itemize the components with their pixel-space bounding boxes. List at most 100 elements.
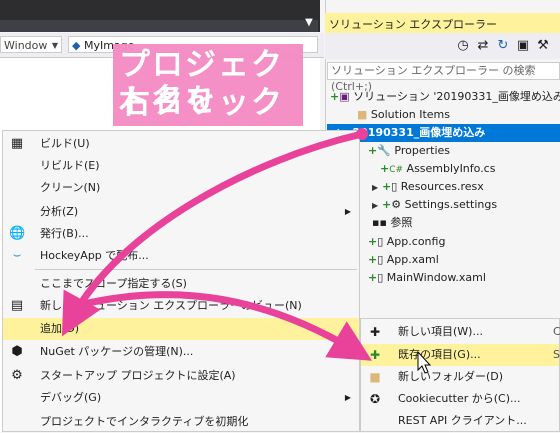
add-icon: + <box>382 180 392 193</box>
tree-label: 20190331_画像埋め込み <box>352 126 486 139</box>
tree-label: MainWindow.xaml <box>386 271 486 284</box>
expand-arrow-icon[interactable]: ▶ <box>372 179 382 197</box>
wrench-icon: 🔧 <box>377 144 391 157</box>
menu-item-nuget[interactable]: ⬢ NuGet パッケージの管理(N)... <box>3 341 359 363</box>
context-menu: ▦ ビルド(U) リビルド(E) クリーン(N) 分析(Z) ▶ 🌐 発行(B)… <box>2 130 360 432</box>
folder-icon: ■ <box>357 108 368 121</box>
references-icon: ▪▪ <box>372 216 387 229</box>
window-combo-value: Window <box>4 39 48 52</box>
menu-label: 分析(Z) <box>40 205 79 218</box>
config-file-icon: ▯ <box>377 235 384 248</box>
submenu-item-rest-api[interactable]: REST API クライアント... <box>361 410 559 432</box>
collapse-icon[interactable]: ▣ <box>515 38 531 54</box>
menu-label: HockeyApp で配布... <box>40 249 149 262</box>
tree-item-mainwindow[interactable]: +▯ MainWindow.xaml <box>368 269 486 287</box>
menu-label: クリーン(N) <box>40 181 101 194</box>
menu-item-rebuild[interactable]: リビルド(E) <box>3 155 359 177</box>
tree-label: AssemblyInfo.cs <box>406 162 496 175</box>
tab-overflow-icon[interactable]: ▼ <box>302 16 316 30</box>
window-combo[interactable]: Window ▼ <box>0 36 62 53</box>
hockeyapp-icon: ⌣ <box>12 248 22 263</box>
shortcut-text: C <box>553 325 560 338</box>
xaml-file-icon: ▯ <box>377 271 384 284</box>
menu-label: NuGet パッケージの管理(N)... <box>40 345 194 358</box>
solution-explorer-toolbar: ◷ ⇄ ↻ ▣ ⚒ <box>325 33 560 59</box>
menu-item-startup[interactable]: ⚙ スタートアップ プロジェクトに設定(A) <box>3 365 359 387</box>
globe-icon: 🌐 <box>9 226 26 241</box>
menu-label: 発行(B)... <box>40 227 89 240</box>
cube-icon: ◆ <box>72 39 81 52</box>
menu-item-publish[interactable]: 🌐 発行(B)... <box>3 223 359 245</box>
document-tab-strip <box>0 20 318 32</box>
solution-search-input[interactable]: ソリューション エクスプローラー の検索 (Ctrl+;) <box>327 62 560 93</box>
tree-item-resources[interactable]: ▶ +▯ Resources.resx <box>372 178 484 196</box>
menu-item-interactive[interactable]: プロジェクトでインタラクティブを初期化 <box>3 411 359 433</box>
menu-label: 追加(D) <box>40 322 80 335</box>
annotation-banner: プロジェクト名を 右クリック <box>113 44 303 126</box>
add-icon: + <box>368 144 378 157</box>
gear-icon: ⚙ <box>391 198 402 211</box>
submenu-item-new-folder[interactable]: ■ 新しいフォルダー(D) <box>361 366 559 388</box>
solution-explorer-title: ソリューション エクスプローラー <box>329 18 497 31</box>
add-icon: + <box>330 90 340 103</box>
solution-explorer-title-bar: ソリューション エクスプローラー <box>325 13 560 33</box>
menu-label: 新しいフォルダー(D) <box>398 370 504 383</box>
menu-item-build[interactable]: ▦ ビルド(U) <box>3 133 359 155</box>
tree-label: App.config <box>386 235 446 248</box>
tree-item-app-xaml[interactable]: +▯ App.xaml <box>368 251 439 269</box>
folder-icon: ■ <box>369 370 381 384</box>
add-icon: + <box>368 253 378 266</box>
menu-label: 新しいソリューション エクスプローラーのビュー(N) <box>40 299 302 312</box>
menu-item-analyze[interactable]: 分析(Z) ▶ <box>3 201 359 223</box>
banner-line-2: 右クリック <box>119 85 284 121</box>
new-item-icon: ✚ <box>369 325 381 339</box>
submenu-arrow-icon: ▶ <box>344 393 351 402</box>
properties-icon[interactable]: ⚒ <box>535 38 551 54</box>
csharp-file-icon: C# <box>389 165 404 175</box>
chevron-down-icon: ▼ <box>51 41 58 50</box>
tree-item-solution-items[interactable]: ■ Solution Items <box>357 106 450 124</box>
tree-item-assemblyinfo[interactable]: +C# AssemblyInfo.cs <box>380 160 495 178</box>
refresh-icon[interactable]: ↻ <box>495 38 511 54</box>
menu-label: ここまでスコープ指定する(S) <box>40 277 187 290</box>
menu-item-hockeyapp[interactable]: ⌣ HockeyApp で配布... <box>3 245 359 267</box>
tree-label: App.xaml <box>386 253 439 266</box>
add-icon: + <box>382 198 392 211</box>
menu-label: プロジェクトでインタラクティブを初期化 <box>40 415 249 428</box>
gear-icon: ⚙ <box>11 368 23 383</box>
tree-item-project[interactable]: ◆ 20190331_画像埋め込み <box>327 124 560 142</box>
add-icon: + <box>368 235 378 248</box>
menu-item-clean[interactable]: クリーン(N) <box>3 177 359 199</box>
tree-label: Settings.settings <box>404 198 498 211</box>
tree-item-app-config[interactable]: +▯ App.config <box>368 233 445 251</box>
add-icon: + <box>368 271 378 284</box>
submenu-arrow-icon: ▶ <box>344 324 351 333</box>
menu-label: リビルド(E) <box>40 159 100 172</box>
menu-item-debug[interactable]: デバッグ(G) ▶ <box>3 387 359 409</box>
tree-label: Solution Items <box>370 108 450 121</box>
add-submenu: ✚ 新しい項目(W)... C ✚ 既存の項目(G)... S ■ 新しいフォル… <box>360 318 560 432</box>
tree-item-references[interactable]: ▪▪ 参照 <box>372 214 412 232</box>
tree-label: 参照 <box>390 216 413 229</box>
tree-item-settings[interactable]: ▶ +⚙ Settings.settings <box>372 196 497 214</box>
build-icon: ▦ <box>10 136 24 151</box>
tree-item-solution[interactable]: +▣ ソリューション '20190331_画像埋め込み' (1 <box>330 88 560 106</box>
menu-label: デバッグ(G) <box>40 391 102 404</box>
tree-label: ソリューション '20190331_画像埋め込み' (1 <box>353 90 560 103</box>
new-view-icon: ▤ <box>10 298 24 313</box>
expand-arrow-icon[interactable]: ▶ <box>372 197 382 215</box>
menu-item-scope[interactable]: ここまでスコープ指定する(S) <box>3 273 359 295</box>
tree-item-properties[interactable]: +🔧 Properties <box>368 142 450 160</box>
menu-item-new-view[interactable]: ▤ 新しいソリューション エクスプローラーのビュー(N) <box>3 295 359 317</box>
menu-label: スタートアップ プロジェクトに設定(A) <box>40 369 236 382</box>
submenu-item-cookiecutter[interactable]: ✪ Cookiecutter から(C)... <box>361 388 559 410</box>
submenu-item-existing-item[interactable]: ✚ 既存の項目(G)... S <box>361 344 560 366</box>
history-icon[interactable]: ◷ <box>455 38 471 54</box>
menu-label: REST API クライアント... <box>398 414 527 427</box>
solution-icon: ▣ <box>339 90 350 103</box>
sync-icon[interactable]: ⇄ <box>475 38 491 54</box>
menu-item-add[interactable]: 追加(D) ▶ <box>3 318 359 340</box>
submenu-item-new-item[interactable]: ✚ 新しい項目(W)... C <box>361 321 560 343</box>
menu-label: 既存の項目(G)... <box>398 348 481 361</box>
menu-label: Cookiecutter から(C)... <box>398 392 521 405</box>
